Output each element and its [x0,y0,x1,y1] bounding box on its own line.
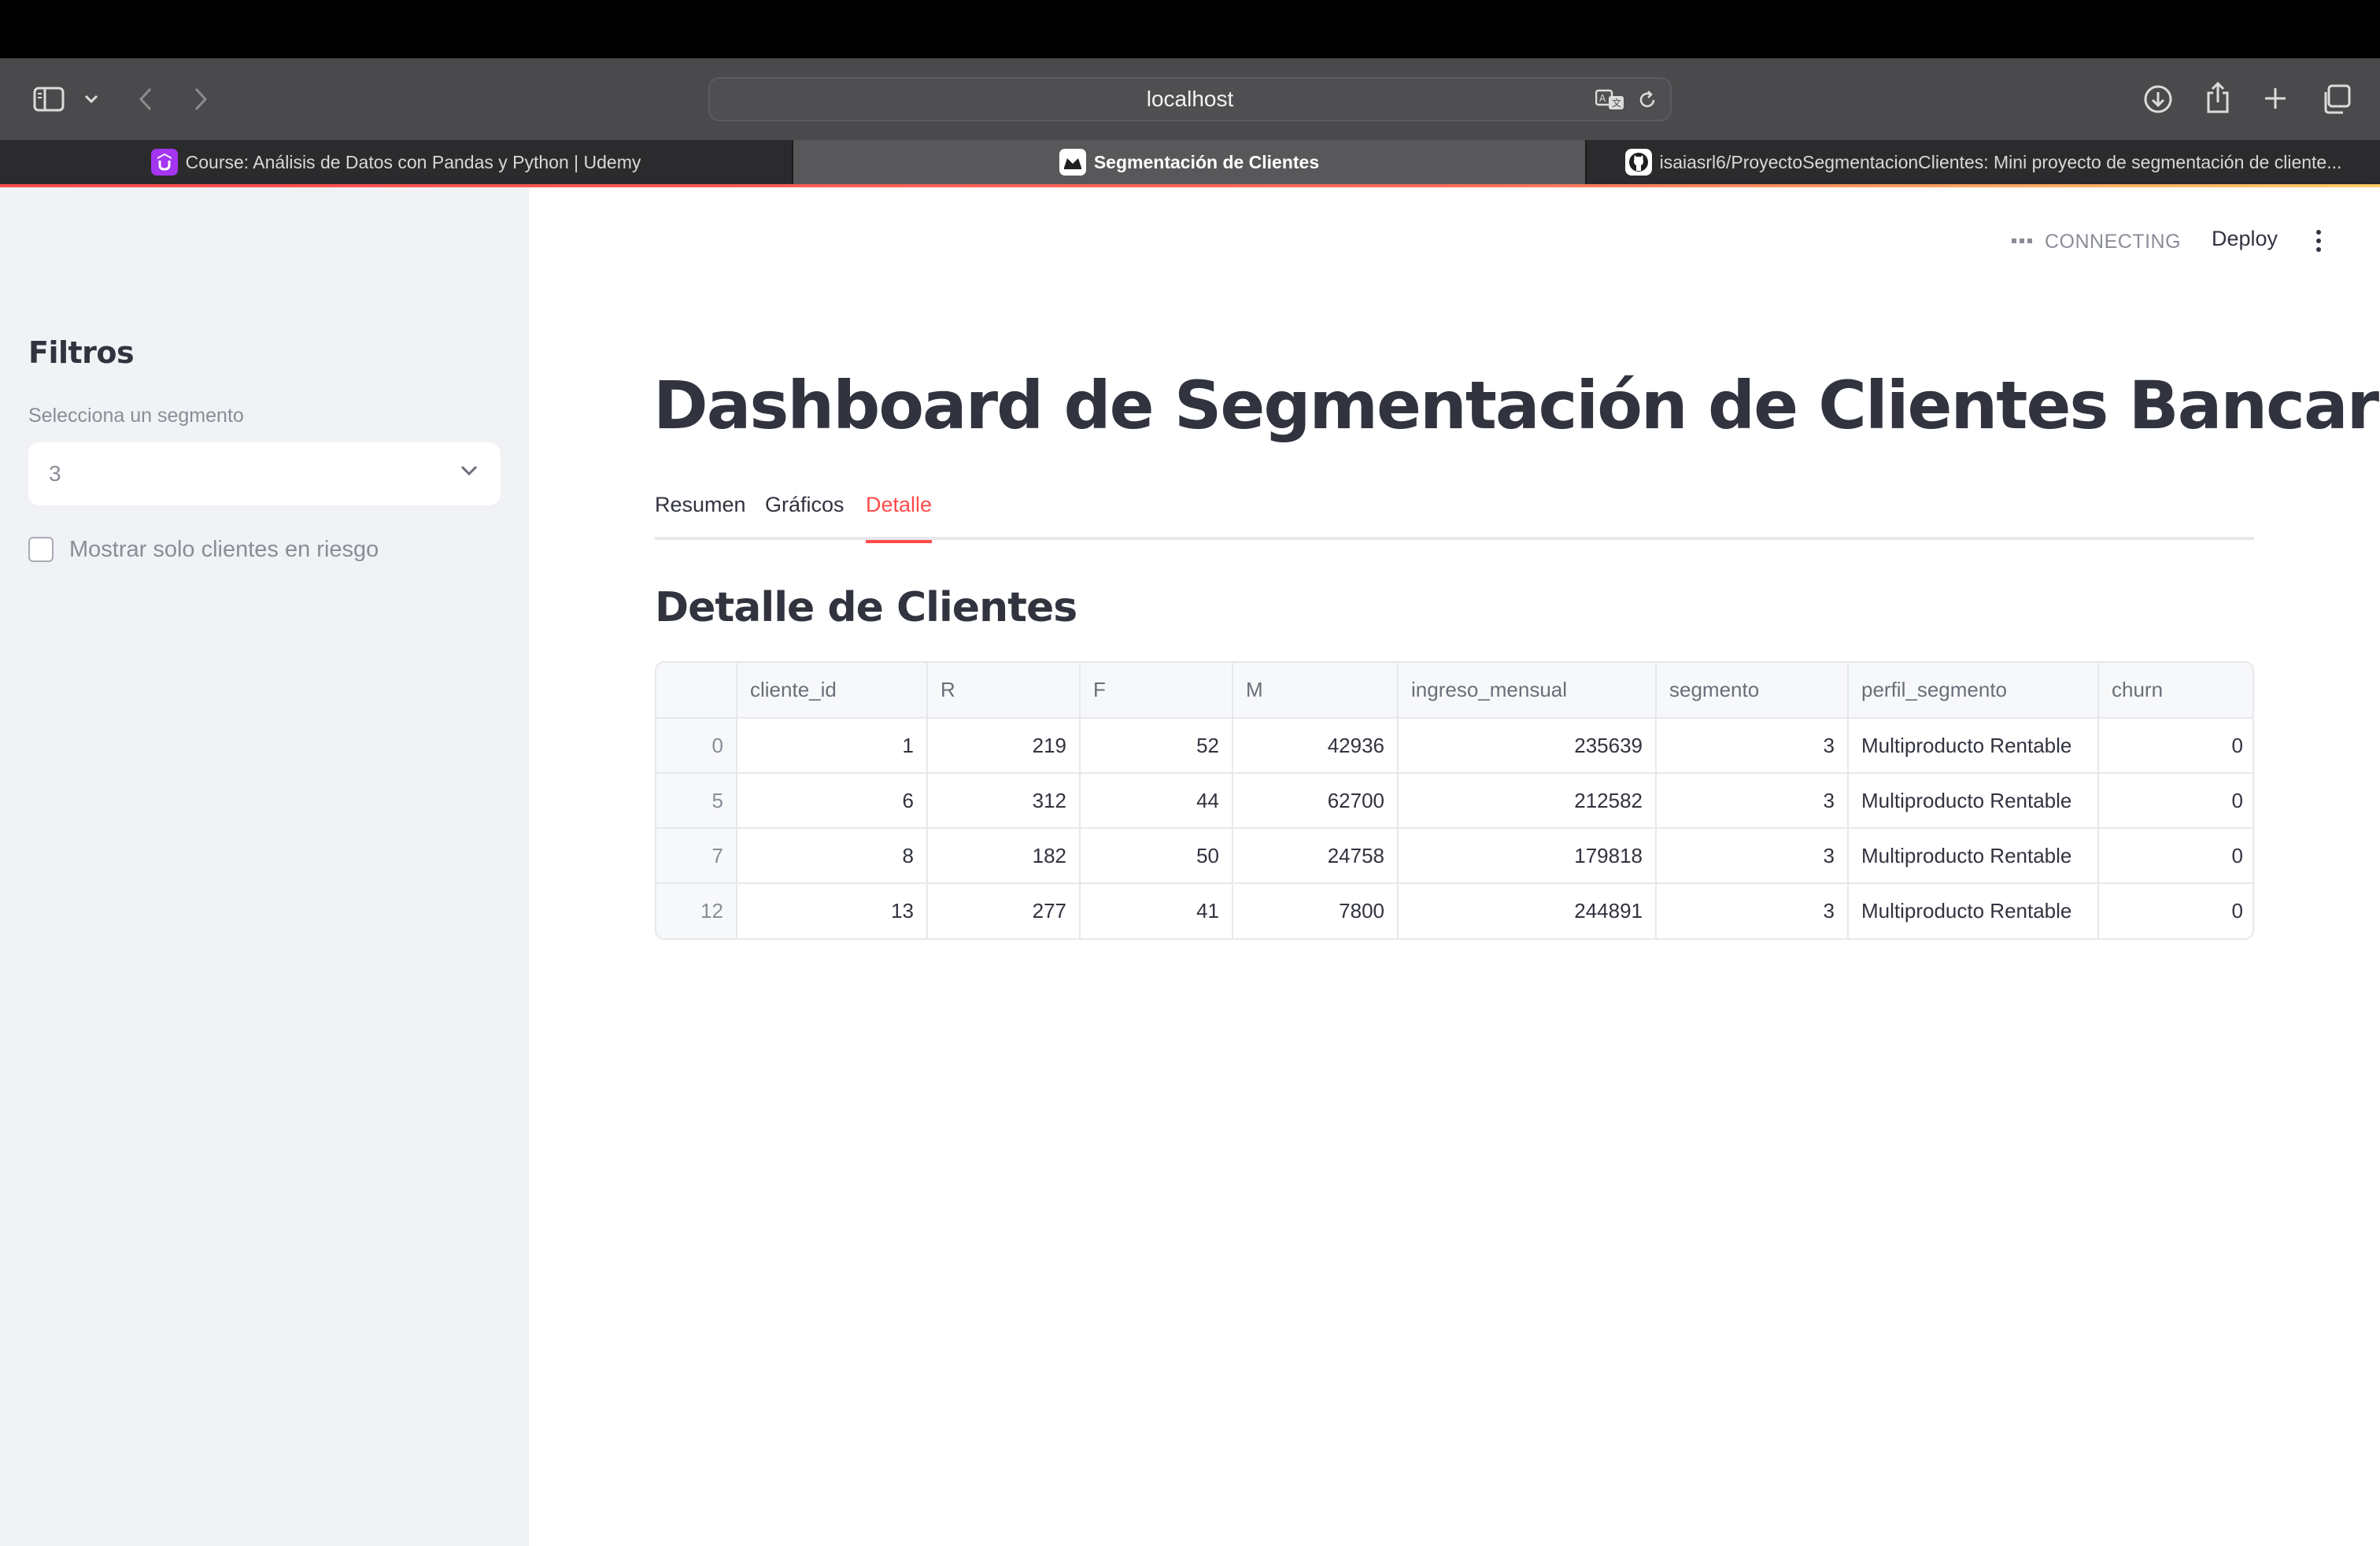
table-cell[interactable]: 0 [2098,718,2252,774]
table-cell[interactable]: 41 [1080,883,1233,938]
table-cell[interactable]: 212582 [1398,773,1657,829]
table-cell[interactable]: 12 [656,883,737,938]
new-tab-icon[interactable] [2260,83,2290,113]
table-row: 0 1 219 52 42936 235639 3 Multiproducto … [656,718,2252,774]
section-title: Detalle de Clientes [655,584,1077,631]
table-header-row: cliente_id R F M ingreso_mensual segment… [656,663,2252,719]
table-cell[interactable]: 3 [1656,718,1849,774]
table-cell[interactable]: 0 [2098,828,2252,884]
table-cell[interactable]: 277 [927,883,1081,938]
browser-tab-label: isaiasrl6/ProyectoSegmentacionClientes: … [1659,151,2342,172]
table-row: 12 13 277 41 7800 244891 3 Multiproducto… [656,883,2252,938]
udemy-icon [150,149,178,176]
table-cell[interactable]: 52 [1080,718,1233,774]
download-icon[interactable] [2142,83,2174,115]
screen-top-bar [0,0,2380,58]
table-cell[interactable]: Multiproducto Rentable [1848,828,2099,884]
status-text: CONNECTING [2045,230,2182,253]
browser-tab-github[interactable]: isaiasrl6/ProyectoSegmentacionClientes: … [1587,140,2380,184]
segment-select[interactable]: 3 [28,442,501,505]
column-header-churn[interactable]: churn [2098,663,2252,719]
table-cell[interactable]: 7800 [1232,883,1399,938]
table-row: 5 6 312 44 62700 212582 3 Multiproducto … [656,773,2252,829]
forward-icon[interactable] [189,85,213,113]
table-cell[interactable]: 5 [656,773,737,829]
table-cell[interactable]: 8 [737,828,928,884]
github-icon [1624,149,1652,176]
table-cell[interactable]: 219 [927,718,1081,774]
risk-checkbox[interactable] [28,537,54,562]
clients-table[interactable]: cliente_id R F M ingreso_mensual segment… [655,661,2254,940]
table-cell[interactable]: 179818 [1398,828,1657,884]
table-cell[interactable]: 0 [2098,883,2252,938]
chevron-down-icon [460,464,479,481]
risk-filter-row[interactable]: Mostrar solo clientes en riesgo [28,534,379,565]
table-cell[interactable]: 6 [737,773,928,829]
content-tabs: Resumen Gráficos Detalle [655,488,2254,543]
table-cell[interactable]: Multiproducto Rentable [1848,773,2099,829]
connection-status: CONNECTING [2012,228,2181,255]
svg-text:文: 文 [1612,97,1621,109]
sidebar-toggle-icon[interactable] [31,85,66,113]
browser-toolbar: localhost A文 [0,58,2380,140]
tab-resumen[interactable]: Resumen [655,493,746,537]
address-bar[interactable]: localhost A文 [708,77,1672,121]
browser-tab-label: Segmentación de Clientes [1093,151,1320,172]
table-cell[interactable]: 0 [656,718,737,774]
table-cell[interactable]: 50 [1080,828,1233,884]
browser-tab-segmentacion[interactable]: Segmentación de Clientes [793,140,1585,184]
deploy-button[interactable]: Deploy [2212,227,2278,251]
table-cell[interactable]: 312 [927,773,1081,829]
segment-select-label: Selecciona un segmento [28,405,244,427]
address-text: localhost [1146,87,1234,111]
table-cell[interactable]: Multiproducto Rentable [1848,883,2099,938]
table-cell[interactable]: 1 [737,718,928,774]
table-cell[interactable]: 13 [737,883,928,938]
tab-graficos[interactable]: Gráficos [765,493,844,537]
reload-icon[interactable] [1635,88,1659,112]
page-title: Dashboard de Segmentación de Clientes Ba… [653,367,2380,444]
table-cell[interactable]: 235639 [1398,718,1657,774]
column-header-segmento[interactable]: segmento [1656,663,1849,719]
sidebar-title: Filtros [28,335,135,370]
column-header-cliente-id[interactable]: cliente_id [737,663,928,719]
column-header-f[interactable]: F [1080,663,1233,719]
sidebar: Filtros Selecciona un segmento 3 Mostrar… [0,187,529,1546]
browser-tab-strip: Course: Análisis de Datos con Pandas y P… [0,140,2380,184]
back-icon[interactable] [134,85,157,113]
main-menu-icon[interactable] [2306,227,2331,255]
table-cell[interactable]: 44 [1080,773,1233,829]
table-cell[interactable]: 3 [1656,773,1849,829]
table-cell[interactable]: 7 [656,828,737,884]
table-cell[interactable]: Multiproducto Rentable [1848,718,2099,774]
segment-select-value: 3 [49,461,61,486]
table-cell[interactable]: 62700 [1232,773,1399,829]
risk-checkbox-label: Mostrar solo clientes en riesgo [69,536,379,562]
column-header-r[interactable]: R [927,663,1081,719]
translate-icon[interactable]: A文 [1595,88,1626,112]
tab-overview-icon[interactable] [2320,83,2352,115]
chevron-down-icon[interactable] [82,91,101,107]
table-cell[interactable]: 182 [927,828,1081,884]
browser-tab-udemy[interactable]: Course: Análisis de Datos con Pandas y P… [0,140,792,184]
table-cell[interactable]: 3 [1656,828,1849,884]
table-cell[interactable]: 0 [2098,773,2252,829]
table-row: 7 8 182 50 24758 179818 3 Multiproducto … [656,828,2252,884]
browser-tab-label: Course: Análisis de Datos con Pandas y P… [185,151,641,172]
share-icon[interactable] [2202,80,2234,115]
svg-text:A: A [1599,93,1606,104]
column-header-index[interactable] [656,663,737,719]
table-cell[interactable]: 42936 [1232,718,1399,774]
column-header-ingreso-mensual[interactable]: ingreso_mensual [1398,663,1657,719]
tab-detalle[interactable]: Detalle [866,493,933,543]
column-header-m[interactable]: M [1232,663,1399,719]
table-cell[interactable]: 244891 [1398,883,1657,938]
status-dots-icon [2012,239,2032,245]
table-cell[interactable]: 3 [1656,883,1849,938]
table-cell[interactable]: 24758 [1232,828,1399,884]
column-header-perfil-segmento[interactable]: perfil_segmento [1848,663,2099,719]
streamlit-icon [1059,149,1086,176]
